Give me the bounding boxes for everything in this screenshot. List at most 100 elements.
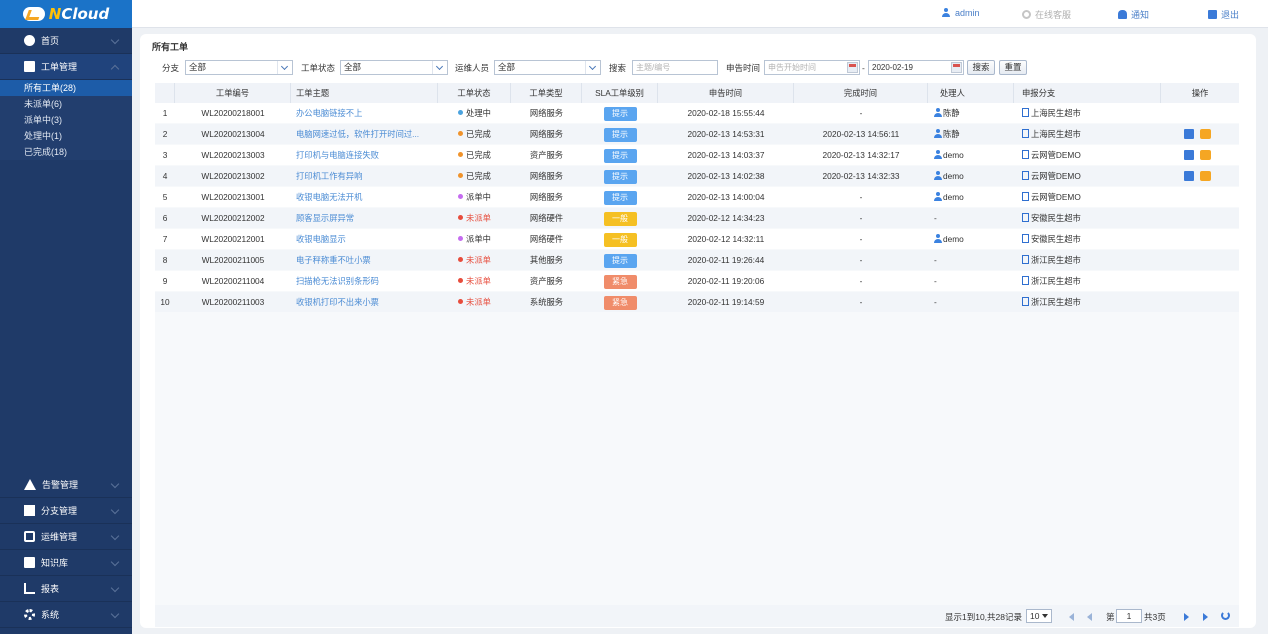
cell-subject[interactable]: 顾客显示屏异常	[291, 208, 438, 228]
cell-subject[interactable]: 收银电脑无法开机	[291, 187, 438, 207]
user-menu[interactable]: admin	[942, 7, 980, 18]
refresh-icon[interactable]	[1221, 611, 1230, 620]
status-text: 已完成	[466, 150, 491, 160]
table-row[interactable]: 6 WL20200212002 顾客显示屏异常 未派单 网络硬件 一般 2020-02-12…	[155, 208, 1239, 228]
table-row[interactable]: 4 WL20200213002 打印机工作有异响 已完成 网络服务 提示 2020-02-1…	[155, 166, 1239, 186]
logo[interactable]: NCloud	[0, 0, 132, 28]
cell-type: 网络服务	[529, 129, 564, 139]
cell-handler: -	[928, 271, 1014, 291]
ticket-table: 工单编号 工单主题 工单状态 工单类型 SLA工单级别 申告时间 完成时间 处理…	[155, 83, 1239, 617]
sidebar-item-reports[interactable]: 报表	[0, 576, 132, 602]
submenu-assigning[interactable]: 派单中(3)	[0, 112, 132, 128]
status-select-value: 全部	[344, 62, 362, 72]
status-text: 已完成	[466, 129, 491, 139]
online-support-link[interactable]: 在线客服	[1022, 8, 1071, 21]
sidebar-item-branches[interactable]: 分支管理	[0, 498, 132, 524]
page-number-input[interactable]: 1	[1116, 609, 1142, 623]
view-detail-icon[interactable]	[1184, 129, 1194, 139]
branch-select[interactable]: 全部	[185, 60, 293, 75]
calendar-icon[interactable]	[951, 62, 962, 73]
cell-status: 未派单	[438, 208, 511, 228]
header-ticket-id[interactable]: 工单编号	[175, 83, 291, 103]
search-button[interactable]: 搜索	[967, 60, 995, 75]
rate-star-icon[interactable]	[1200, 150, 1211, 160]
submenu-all-tickets[interactable]: 所有工单(28)	[0, 80, 132, 96]
end-date-input[interactable]: 2020-02-19	[868, 60, 964, 75]
user-icon	[934, 129, 942, 139]
next-page-icon[interactable]	[1184, 613, 1189, 621]
rate-star-icon[interactable]	[1200, 129, 1211, 139]
search-input[interactable]: 主题/编号	[632, 60, 718, 75]
cell-handler: -	[928, 292, 1014, 312]
logo-text: NCloud	[48, 5, 110, 23]
header-report-time[interactable]: 申告时间	[658, 83, 794, 103]
sidebar-item-operations[interactable]: 运维管理	[0, 524, 132, 550]
cell-sla: 提示	[582, 166, 658, 186]
table-row[interactable]: 9 WL20200211004 扫描枪无法识别条形码 未派单 资产服务 紧急 2020-02…	[155, 271, 1239, 291]
cell-branch: 浙江民生超市	[1014, 271, 1161, 291]
cell-handler: 陈静	[928, 103, 1014, 123]
cell-subject[interactable]: 打印机工作有异响	[291, 166, 438, 186]
start-date-input[interactable]: 申告开始时间	[764, 60, 860, 75]
table-row[interactable]: 3 WL20200213003 打印机与电脑连接失败 已完成 资产服务 提示 2020-02…	[155, 145, 1239, 165]
status-select[interactable]: 全部	[340, 60, 448, 75]
sidebar-item-label: 知识库	[41, 558, 69, 568]
sla-badge: 紧急	[603, 275, 637, 289]
header-type[interactable]: 工单类型	[511, 83, 582, 103]
table-row[interactable]: 8 WL20200211005 电子秤称重不吐小票 未派单 其他服务 提示 2020-02-…	[155, 250, 1239, 270]
first-page-icon[interactable]	[1069, 613, 1074, 621]
table-row[interactable]: 5 WL20200213001 收银电脑无法开机 派单中 网络服务 提示 2020-02-1…	[155, 187, 1239, 207]
last-page-icon[interactable]	[1203, 613, 1208, 621]
cell-subject[interactable]: 扫描枪无法识别条形码	[291, 271, 438, 291]
cell-branch: 云网管DEMO	[1014, 145, 1161, 165]
view-detail-icon[interactable]	[1184, 150, 1194, 160]
logout-link[interactable]: 退出	[1208, 8, 1239, 21]
cell-type: 资产服务	[529, 150, 564, 160]
rate-star-icon[interactable]	[1200, 171, 1211, 181]
cell-subject[interactable]: 收银电脑显示	[291, 229, 438, 249]
cell-subject[interactable]: 电子秤称重不吐小票	[291, 250, 438, 270]
table-row[interactable]: 10 WL20200211003 收银机打印不出来小票 未派单 系统服务 紧急 2020-0…	[155, 292, 1239, 312]
monitor-icon	[24, 531, 35, 542]
sidebar-item-system[interactable]: 系统	[0, 602, 132, 628]
ticket-submenu: 所有工单(28) 未派单(6) 派单中(3) 处理中(1) 已完成(18)	[0, 80, 132, 160]
header-branch[interactable]: 申报分支	[1014, 83, 1161, 103]
cell-no: 7	[162, 234, 168, 244]
calendar-icon[interactable]	[847, 62, 858, 73]
reset-button[interactable]: 重置	[999, 60, 1027, 75]
cell-branch: 上海民生超市	[1014, 124, 1161, 144]
sidebar-item-tickets[interactable]: 工单管理	[0, 54, 132, 80]
cell-subject[interactable]: 电脑网速过低，软件打开时间过...	[291, 124, 438, 144]
cell-subject[interactable]: 打印机与电脑连接失败	[291, 145, 438, 165]
status-dot-icon	[458, 257, 464, 263]
status-label: 工单状态	[301, 63, 336, 73]
cell-done: -	[859, 255, 863, 265]
page-size-select[interactable]: 10	[1026, 609, 1052, 623]
sidebar-item-knowledge[interactable]: 知识库	[0, 550, 132, 576]
prev-page-icon[interactable]	[1087, 613, 1092, 621]
header-subject[interactable]: 工单主题	[291, 83, 438, 103]
view-detail-icon[interactable]	[1184, 171, 1194, 181]
notification-link[interactable]: 通知	[1118, 8, 1149, 21]
header-status[interactable]: 工单状态	[438, 83, 511, 103]
table-row[interactable]: 7 WL20200212001 收银电脑显示 派单中 网络硬件 一般 2020-02-12 …	[155, 229, 1239, 249]
table-row[interactable]: 1 WL20200218001 办公电脑链接不上 处理中 网络服务 提示 2020-02-1…	[155, 103, 1239, 123]
sidebar-item-alarms[interactable]: 告警管理	[0, 472, 132, 498]
cell-no: 10	[160, 297, 170, 307]
sidebar-item-home[interactable]: 首页	[0, 28, 132, 54]
ops-select[interactable]: 全部	[494, 60, 601, 75]
cell-subject[interactable]: 办公电脑链接不上	[291, 103, 438, 123]
ops-select-value: 全部	[498, 62, 516, 72]
cell-done: -	[859, 108, 863, 118]
cell-no: 9	[162, 276, 168, 286]
submenu-completed[interactable]: 已完成(18)	[0, 144, 132, 160]
cell-subject[interactable]: 收银机打印不出来小票	[291, 292, 438, 312]
top-bar: admin 在线客服 通知 退出	[132, 0, 1268, 28]
header-done-time[interactable]: 完成时间	[794, 83, 928, 103]
submenu-unassigned[interactable]: 未派单(6)	[0, 96, 132, 112]
submenu-processing[interactable]: 处理中(1)	[0, 128, 132, 144]
table-row[interactable]: 2 WL20200213004 电脑网速过低，软件打开时间过... 已完成 网络服务 提示…	[155, 124, 1239, 144]
header-sla[interactable]: SLA工单级别	[582, 83, 658, 103]
header-handler[interactable]: 处理人	[928, 83, 1014, 103]
cell-type: 网络硬件	[529, 234, 564, 244]
